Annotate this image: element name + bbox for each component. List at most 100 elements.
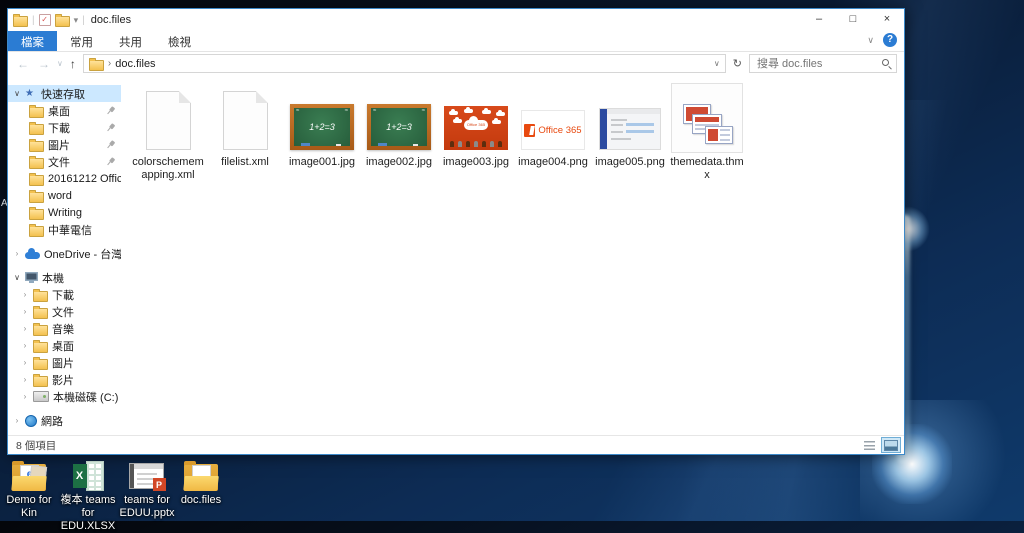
minimize-button[interactable]: – <box>802 9 836 31</box>
sidebar-item-local-disk-c[interactable]: › 本機磁碟 (C:) <box>8 388 121 405</box>
chevron-collapsed-icon[interactable]: › <box>13 249 21 258</box>
properties-checkbox-icon[interactable]: ✓ <box>38 14 51 26</box>
desktop-icon-demo-for-kin[interactable]: e Demo for Kin <box>2 457 56 533</box>
address-bar[interactable]: › doc.files ∨ <box>82 54 726 73</box>
file-tile-image003[interactable]: Office 365 image003.jpg <box>438 83 514 169</box>
forward-button[interactable]: → <box>36 57 52 71</box>
sidebar-item-pc-desktop[interactable]: › 桌面 <box>8 337 121 354</box>
chevron-collapsed-icon[interactable]: › <box>21 290 29 299</box>
sidebar-item-pictures[interactable]: 圖片 <box>8 136 121 153</box>
chevron-collapsed-icon[interactable]: › <box>21 358 29 367</box>
breadcrumb[interactable]: doc.files <box>115 58 155 70</box>
sidebar-item-onedrive[interactable]: › OneDrive - 台灣微軟 <box>8 245 121 262</box>
file-list: colorschememapping.xml filelist.xml 1+2=… <box>121 75 904 435</box>
chevron-collapsed-icon[interactable]: › <box>21 375 29 384</box>
maximize-button[interactable]: □ <box>836 9 870 31</box>
sidebar-item-downloads[interactable]: 下載 <box>8 119 121 136</box>
chevron-collapsed-icon[interactable]: › <box>21 392 29 401</box>
xml-document-icon <box>222 91 268 150</box>
tab-file[interactable]: 檔案 <box>8 31 57 51</box>
back-button[interactable]: ← <box>15 57 31 71</box>
pin-icon <box>104 155 117 168</box>
eraser <box>378 143 387 146</box>
sidebar-item-pc-music[interactable]: › 音樂 <box>8 320 121 337</box>
recent-locations-dropdown-icon[interactable]: ∨ <box>57 59 63 68</box>
separator: | <box>82 14 85 26</box>
pin-icon <box>104 104 117 117</box>
sidebar-item-quick-access[interactable]: ∨ ★ 快速存取 <box>8 85 121 102</box>
search-box[interactable] <box>749 54 897 73</box>
sidebar-item-writing[interactable]: Writing <box>8 204 121 221</box>
thumbnails-view-button[interactable] <box>881 437 901 453</box>
desktop-icon-teams-xlsx[interactable]: X 複本 teams for EDU.XLSX <box>56 457 120 533</box>
desktop-icon-row: e Demo for Kin X 複本 teams for EDU.XLSX P… <box>2 457 228 533</box>
chalk <box>413 144 418 146</box>
refresh-icon[interactable]: ↻ <box>731 57 744 70</box>
sidebar-item-word[interactable]: word <box>8 187 121 204</box>
chevron-collapsed-icon[interactable]: › <box>21 341 29 350</box>
office-logo-icon <box>524 123 536 137</box>
desktop-icon-label: 複本 teams for EDU.XLSX <box>60 494 116 532</box>
clouds-thumbnail: Office 365 <box>444 106 508 150</box>
sidebar-item-pc-videos[interactable]: › 影片 <box>8 371 121 388</box>
window-content: ∨ ★ 快速存取 桌面 下載 圖片 文件 20161212 Offic word… <box>8 75 904 435</box>
network-globe-icon <box>25 414 37 427</box>
chalk-text: 1+2=3 <box>386 122 412 132</box>
file-tile-image002[interactable]: 1+2=3 image002.jpg <box>361 83 437 169</box>
sidebar-item-pc-documents[interactable]: › 文件 <box>8 303 121 320</box>
folder-icon <box>33 288 48 302</box>
chevron-collapsed-icon[interactable]: › <box>21 324 29 333</box>
desktop-icon-teams-pptx[interactable]: P teams for EDUU.pptx <box>120 457 175 533</box>
tab-view[interactable]: 檢視 <box>155 31 204 51</box>
folder-icon <box>29 155 44 169</box>
chevron-expanded-icon[interactable]: ∨ <box>13 89 21 98</box>
folder-icon <box>29 189 44 203</box>
sidebar-item-cht[interactable]: 中華電信 <box>8 221 121 238</box>
close-button[interactable]: × <box>870 9 904 31</box>
tab-share[interactable]: 共用 <box>106 31 155 51</box>
view-toggles <box>859 437 901 453</box>
file-tile-image004[interactable]: Office 365 image004.png <box>515 83 591 169</box>
screenshot-thumbnail <box>599 108 661 150</box>
file-tile-colorschememapping[interactable]: colorschememapping.xml <box>130 83 206 182</box>
details-view-button[interactable] <box>859 437 879 453</box>
chevron-collapsed-icon[interactable]: › <box>13 416 21 425</box>
sidebar-item-pc-downloads[interactable]: › 下載 <box>8 286 121 303</box>
folder-icon <box>29 104 44 118</box>
file-tile-image005[interactable]: image005.png <box>592 83 668 169</box>
chevron-expanded-icon[interactable]: ∨ <box>13 273 21 282</box>
folder-icon <box>29 121 44 135</box>
chalkboard-thumbnail: 1+2=3 <box>367 104 431 150</box>
address-folder-icon <box>88 57 104 71</box>
office-theme-icon <box>678 104 736 150</box>
sidebar-item-pc-pictures[interactable]: › 圖片 <box>8 354 121 371</box>
tab-home[interactable]: 常用 <box>57 31 106 51</box>
navigation-bar: ← → ∨ ↑ › doc.files ∨ ↻ <box>8 52 904 75</box>
folder-icon <box>29 138 44 152</box>
up-button[interactable]: ↑ <box>68 57 78 71</box>
file-tile-themedata[interactable]: themedata.thmx <box>669 83 745 182</box>
sidebar-item-desktop[interactable]: 桌面 <box>8 102 121 119</box>
sidebar-item-documents[interactable]: 文件 <box>8 153 121 170</box>
powerpoint-file-icon: P <box>128 463 166 491</box>
file-name: image004.png <box>518 156 588 168</box>
file-tile-filelist[interactable]: filelist.xml <box>207 83 283 169</box>
chalk-text: 1+2=3 <box>309 122 335 132</box>
sidebar-item-network[interactable]: › 網路 <box>8 412 121 429</box>
desktop-icon-doc-files[interactable]: doc.files <box>174 457 228 533</box>
new-folder-icon[interactable] <box>54 14 70 27</box>
address-dropdown-icon[interactable]: ∨ <box>714 59 720 68</box>
search-input[interactable] <box>755 56 879 71</box>
file-tile-image001[interactable]: 1+2=3 image001.jpg <box>284 83 360 169</box>
sidebar-item-office-folder[interactable]: 20161212 Office 20 <box>8 170 121 187</box>
title-bar: | ✓ ▾ | doc.files – □ × <box>8 9 904 31</box>
quick-access-star-icon: ★ <box>25 88 34 99</box>
navigation-pane: ∨ ★ 快速存取 桌面 下載 圖片 文件 20161212 Offic word… <box>8 75 121 435</box>
breadcrumb-separator: › <box>107 58 112 69</box>
help-icon[interactable]: ? <box>883 33 897 47</box>
customize-qat-dropdown-icon[interactable]: ▾ <box>74 15 79 26</box>
folder-icon <box>183 461 219 491</box>
sidebar-item-this-pc[interactable]: ∨ 本機 <box>8 269 121 286</box>
chevron-collapsed-icon[interactable]: › <box>21 307 29 316</box>
expand-ribbon-icon[interactable]: ∨ <box>867 35 874 46</box>
